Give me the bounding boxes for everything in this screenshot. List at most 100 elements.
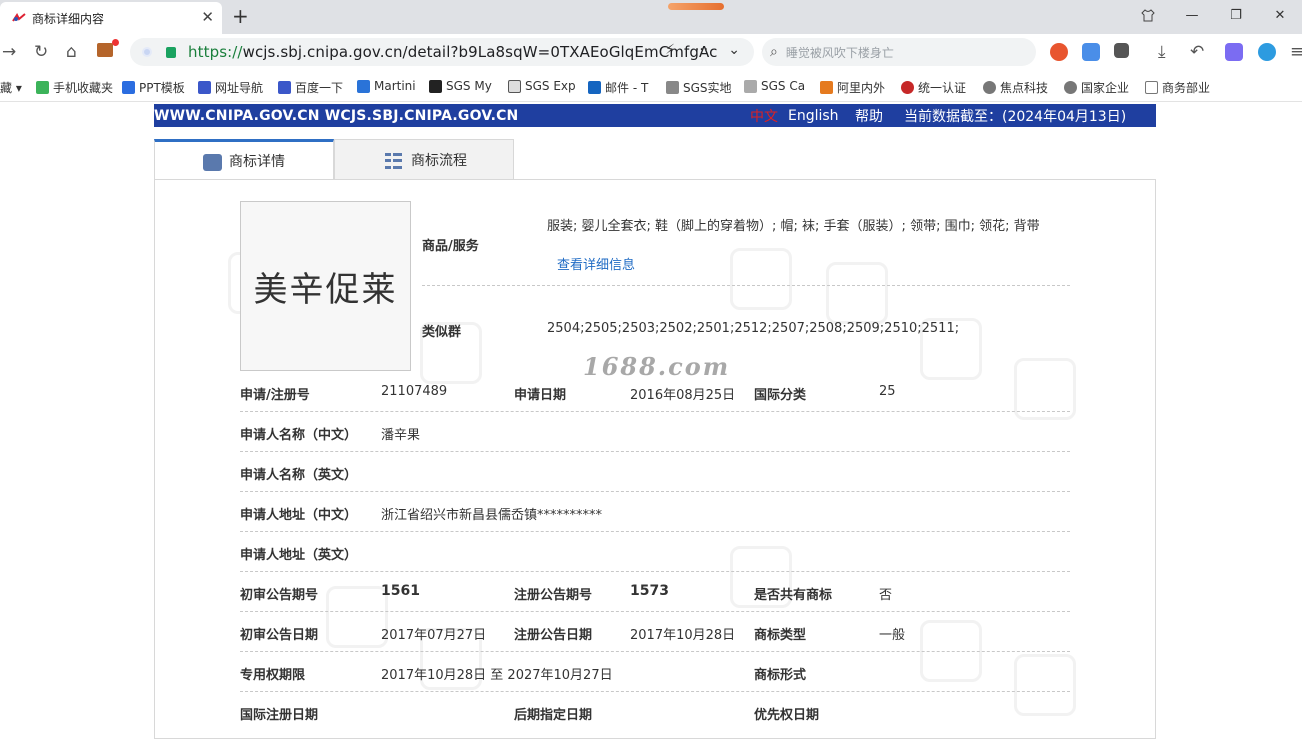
browser-tab[interactable]: 商标详细内容 ✕ [0,2,222,34]
view-details-link[interactable]: 查看详细信息 [557,254,635,273]
prelim-date-value: 2017年07月27日 [381,628,487,643]
address-actions: ⚡ ··· ⌄ [665,42,740,58]
goods-services-label: 商品/服务 [422,239,479,254]
reg-no-value: 21107489 [381,384,448,399]
row-divider [240,411,1070,412]
similar-group-value: 2504;2505;2503;2502;2501;2512;2507;2508;… [547,321,960,336]
tab-close-icon[interactable]: ✕ [201,8,214,26]
tshirt-icon[interactable] [1126,0,1170,30]
row-divider [240,691,1070,692]
apply-date-value: 2016年08月25日 [630,388,736,403]
new-tab-button[interactable]: + [232,4,249,28]
minimize-icon[interactable]: — [1170,0,1214,30]
bookmark-item[interactable]: 百度一下 [278,79,350,96]
background-seal-decoration [826,262,888,324]
more-icon[interactable]: ··· [695,42,708,58]
window-drag-handle[interactable] [668,3,724,10]
undo-icon[interactable]: ↶ [1190,42,1204,62]
later-designation-date-label: 后期指定日期 [514,708,593,723]
goods-services-value: 服装; 婴儿全套衣; 鞋（脚上的穿着物）; 帽; 袜; 手套（服装）; 领带; … [547,219,1040,234]
search-box[interactable]: ⌕ 睡觉被风吹下楼身亡 [762,38,1036,66]
search-icon: ⌕ [770,44,778,60]
bookmark-item[interactable]: 焦点科技 [983,79,1053,96]
site-domain-text: WWW.CNIPA.GOV.CN WCJS.SBJ.CNIPA.GOV.CN [154,107,519,124]
chevron-down-icon[interactable]: ⌄ [728,42,740,58]
weibo-icon[interactable] [1050,43,1068,61]
row-divider [240,531,1070,532]
bookmark-item[interactable]: SGS Ca [744,79,810,93]
cnipa-favicon-icon [12,13,26,22]
tab-trademark-detail[interactable]: 商标详情 [154,139,334,180]
shared-mark-value: 否 [879,588,893,603]
bookmark-item[interactable]: 手机收藏夹 [36,79,116,96]
prelim-no-value[interactable]: 1561 [381,583,420,599]
mail-icon[interactable] [1082,43,1100,61]
prelim-date-label: 初审公告日期 [240,628,319,643]
window-close-icon[interactable]: ✕ [1258,0,1302,30]
bookmark-item[interactable]: SGS实地 [666,79,734,96]
reload-icon[interactable]: ↻ [34,42,48,62]
bookmark-item[interactable]: Martini [357,79,421,93]
window-controls: — ❐ ✕ [1126,0,1302,30]
maximize-icon[interactable]: ❐ [1214,0,1258,30]
lang-chinese-link[interactable]: 中文 [750,106,778,126]
wallet-icon[interactable] [97,43,113,57]
reg-pub-date-label: 注册公告日期 [514,628,593,643]
prelim-no-label: 初审公告期号 [240,588,319,603]
extensions-icon[interactable] [1114,43,1129,58]
help-link[interactable]: 帮助 [855,106,883,126]
sync-icon[interactable] [1258,43,1276,61]
ai-icon[interactable] [1225,43,1243,61]
bookmark-item[interactable]: 阿里内外 [820,79,890,96]
lang-english-link[interactable]: English [788,108,839,124]
intl-reg-date-label: 国际注册日期 [240,708,319,723]
trademark-image[interactable]: 美辛促莱 [240,201,411,371]
forward-icon[interactable]: → [2,42,16,62]
address-en-label: 申请人地址（英文） [240,548,358,563]
mark-type-label: 商标类型 [754,628,807,643]
address-cn-label: 申请人地址（中文） [240,508,358,523]
browser-toolbar: → ↻ ⌂ https://wcjs.sbj.cnipa.gov.cn/deta… [0,34,1302,70]
list-grid-icon [385,153,404,170]
bookmark-item[interactable]: 统一认证 [901,79,971,96]
row-divider [240,491,1070,492]
row-divider [422,285,1070,286]
bookmark-item[interactable]: 商务部业 [1145,79,1215,96]
bookmark-folder-label[interactable]: 藏 ▾ [0,79,22,96]
site-info-icon[interactable] [142,47,152,57]
browser-tabstrip: 商标详细内容 ✕ + — ❐ ✕ [0,0,1302,34]
background-seal-decoration [326,586,388,648]
background-seal-decoration [1014,654,1076,716]
row-divider [240,651,1070,652]
reg-pub-date-value: 2017年10月28日 [630,628,736,643]
bookmark-item[interactable]: 网址导航 [198,79,270,96]
bookmark-item[interactable]: SGS Exp [508,79,578,93]
bookmark-item[interactable]: 国家企业 [1064,79,1134,96]
intl-class-label: 国际分类 [754,388,807,403]
row-divider [240,571,1070,572]
menu-icon[interactable]: ≡ [1290,42,1302,62]
reg-pub-no-value[interactable]: 1573 [630,583,669,599]
bookmark-item[interactable]: SGS My [429,79,497,93]
trademark-text: 美辛促莱 [253,269,398,310]
tab-trademark-flow[interactable]: 商标流程 [334,139,514,180]
notification-dot [112,39,119,46]
download-icon[interactable]: ⤓ [1158,42,1166,62]
background-seal-decoration [730,248,792,310]
watermark-text: 1688.com [583,352,731,381]
site-banner: WWW.CNIPA.GOV.CN WCJS.SBJ.CNIPA.GOV.CN 中… [154,104,1156,127]
reg-no-label: 申请/注册号 [240,388,310,403]
bookmarks-bar: 藏 ▾ 手机收藏夹 PPT模板 网址导航 百度一下 Martini SGS My… [0,70,1302,102]
lightning-icon[interactable]: ⚡ [665,42,675,58]
exclusive-term-value: 2017年10月28日 至 2027年10月27日 [381,668,613,683]
url-text[interactable]: https://wcjs.sbj.cnipa.gov.cn/detail?b9L… [188,43,717,61]
row-divider [240,451,1070,452]
tab-title: 商标详细内容 [32,11,105,26]
data-date-text: 当前数据截至：(2024年04月13日) [904,108,1127,125]
bookmark-item[interactable]: PPT模板 [122,79,192,96]
bookmark-item[interactable]: 邮件 - T [588,79,654,96]
address-bar[interactable]: https://wcjs.sbj.cnipa.gov.cn/detail?b9L… [130,38,754,66]
search-placeholder: 睡觉被风吹下楼身亡 [785,45,894,60]
home-icon[interactable]: ⌂ [66,42,77,62]
applicant-cn-label: 申请人名称（中文） [240,428,358,443]
